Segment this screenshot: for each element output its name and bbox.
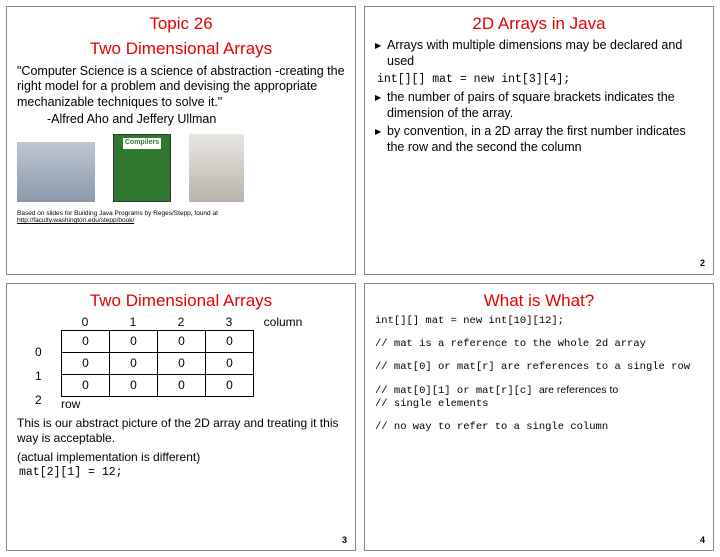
column-label: column [259,315,307,330]
slide2-title: 2D Arrays in Java [375,13,703,34]
cell: 0 [206,374,254,396]
slide3-code: mat[2][1] = 12; [19,466,345,480]
page-number: 3 [342,535,347,546]
page-number: 2 [700,258,705,269]
slide1-attrib: -Alfred Aho and Jeffery Ullman [47,112,345,128]
wiw-line3: // mat[0] or mat[r] are references to a … [375,361,703,374]
slide1-image-row: Compilers [17,134,345,202]
wiw-line1: int[][] mat = new int[10][12]; [375,315,703,328]
row-2: 2 [35,388,42,412]
cell: 0 [62,374,110,396]
slide3-title: Two Dimensional Arrays [17,290,345,311]
slide-4: What is What? int[][] mat = new int[10][… [364,283,714,552]
slide1-footer: Based on slides for Building Java Progra… [17,210,345,224]
cell: 0 [206,352,254,374]
bullet-1: Arrays with multiple dimensions may be d… [375,38,703,69]
row-0: 0 [35,340,42,364]
cell: 0 [110,352,158,374]
slide1-topic: Topic 26 [17,13,345,34]
foot-line1: Based on slides for Building Java Progra… [17,210,218,217]
row-labels: 0 1 2 [35,340,42,412]
wiw-l4a: // mat[0][1] or mat[r][c] [375,385,539,397]
slide1-quote: "Computer Science is a science of abstra… [17,64,345,111]
wiw-l4b: are references to [539,384,618,396]
array-table: 0000 0000 0000 [61,330,254,397]
book-title: Compilers [123,138,161,149]
cell: 0 [110,330,158,352]
row-1: 1 [35,364,42,388]
wiw-line4: // mat[0][1] or mat[r][c] are references… [375,384,703,398]
cell: 0 [110,374,158,396]
cell: 0 [158,330,206,352]
cell: 0 [206,330,254,352]
col-1: 1 [109,315,157,330]
col-0: 0 [61,315,109,330]
column-headers: 0 1 2 3 column [61,315,345,330]
wiw-line6: // no way to refer to a single column [375,421,703,434]
wiw-line2: // mat is a reference to the whole 2d ar… [375,338,703,351]
bullet-3: by convention, in a 2D array the first n… [375,124,703,155]
cell: 0 [158,352,206,374]
bullet-2: the number of pairs of square brackets i… [375,90,703,121]
slide4-title: What is What? [375,290,703,311]
slide3-text2: (actual implementation is different) [17,450,345,465]
book-compilers: Compilers [113,134,171,202]
wiw-line5: // single elements [375,398,703,411]
slide-grid: Topic 26 Two Dimensional Arrays "Compute… [6,6,714,551]
cell: 0 [62,352,110,374]
cell: 0 [62,330,110,352]
row-label: row [61,397,345,412]
slide-3: Two Dimensional Arrays 0 1 2 3 column 0 … [6,283,356,552]
photo-aho [17,142,95,202]
slide2-code: int[][] mat = new int[3][4]; [377,73,703,87]
slide1-title: Two Dimensional Arrays [17,38,345,59]
photo-ullman [189,134,244,202]
foot-url: http://faculty.washington.edu/stepp/book… [17,217,134,224]
slide3-text1: This is our abstract picture of the 2D a… [17,416,345,446]
slide2-bullets-b: the number of pairs of square brackets i… [375,90,703,156]
slide2-bullets: Arrays with multiple dimensions may be d… [375,38,703,69]
cell: 0 [158,374,206,396]
slide-1: Topic 26 Two Dimensional Arrays "Compute… [6,6,356,275]
slide-2: 2D Arrays in Java Arrays with multiple d… [364,6,714,275]
col-2: 2 [157,315,205,330]
page-number: 4 [700,535,705,546]
col-3: 3 [205,315,253,330]
